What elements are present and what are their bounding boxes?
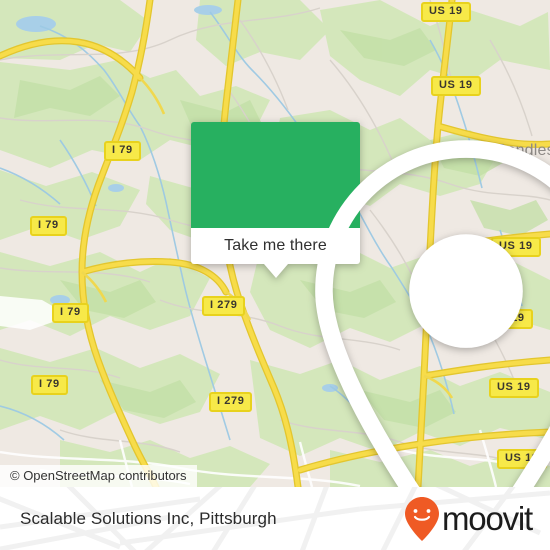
- location-title: Scalable Solutions Inc, Pittsburgh: [20, 508, 277, 528]
- take-me-there-button[interactable]: Take me there: [224, 237, 327, 255]
- footer-bar: Scalable Solutions Inc, Pittsburgh moovi…: [0, 487, 550, 550]
- moovit-wordmark: moovit: [442, 500, 533, 537]
- moovit-smiley-pin-icon: [405, 496, 439, 541]
- location-pin-icon: [315, 140, 550, 487]
- road-shield-i79-1[interactable]: I 79: [104, 141, 141, 161]
- road-shield-us19-1[interactable]: US 19: [421, 2, 471, 22]
- callout-pin-panel: [191, 122, 550, 487]
- openstreetmap-attribution[interactable]: © OpenStreetMap contributors: [0, 465, 197, 487]
- map-screenshot: McCandless US 19 US 19 I 79 I 79 US 19 I…: [0, 0, 550, 550]
- location-callout-card[interactable]: Take me there: [191, 122, 550, 487]
- road-shield-i79-4[interactable]: I 79: [31, 375, 68, 395]
- callout-pointer-tail: [263, 264, 288, 278]
- road-shield-i79-3[interactable]: I 79: [52, 303, 89, 323]
- moovit-logo[interactable]: moovit: [404, 496, 533, 542]
- road-shield-i79-2[interactable]: I 79: [30, 216, 67, 236]
- callout-action-bar[interactable]: Take me there: [191, 228, 360, 278]
- map-canvas[interactable]: McCandless US 19 US 19 I 79 I 79 US 19 I…: [0, 0, 550, 487]
- road-shield-us19-2[interactable]: US 19: [431, 76, 481, 96]
